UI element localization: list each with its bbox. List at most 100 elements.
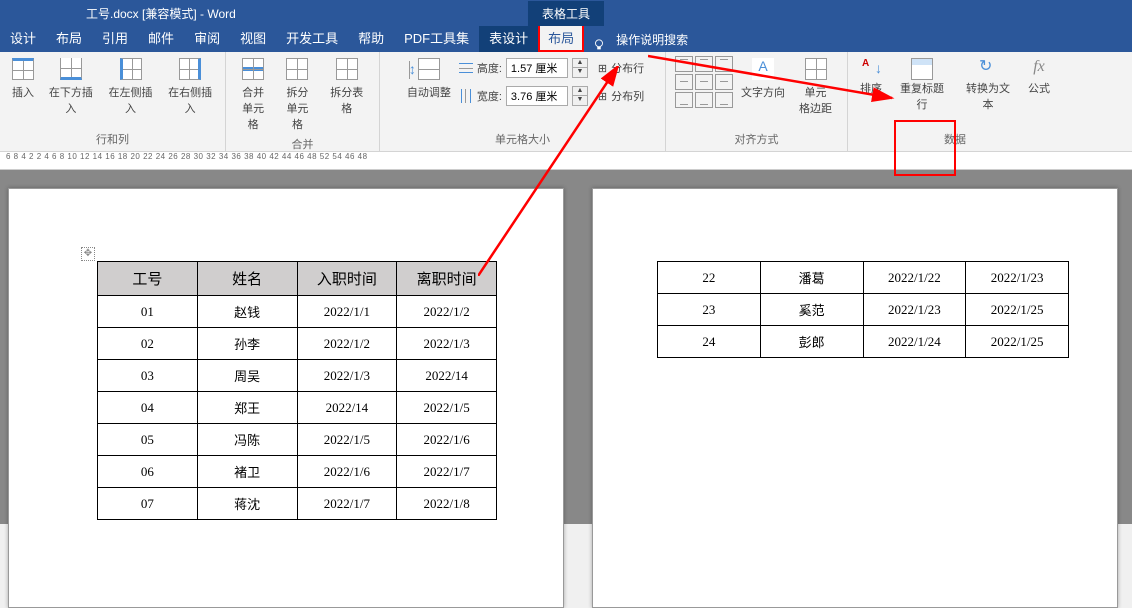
- align-br[interactable]: [715, 92, 733, 108]
- insert-left-button[interactable]: 在左侧插入: [102, 56, 160, 118]
- tab-view[interactable]: 视图: [230, 24, 276, 52]
- repeat-header-button[interactable]: 重复标题行: [890, 56, 954, 114]
- t1-header[interactable]: 工号: [98, 262, 198, 296]
- align-bl[interactable]: [675, 92, 693, 108]
- table-row[interactable]: 05冯陈2022/1/52022/1/6: [98, 424, 497, 456]
- align-tl[interactable]: [675, 56, 693, 72]
- table-cell[interactable]: 03: [98, 360, 198, 392]
- insert-below-button[interactable]: 在下方插入: [42, 56, 100, 118]
- table-cell[interactable]: 褚卫: [197, 456, 297, 488]
- table-cell[interactable]: 彭郎: [760, 326, 863, 358]
- insert-right-button[interactable]: 在右侧插入: [161, 56, 219, 118]
- table-cell[interactable]: 2022/14: [297, 392, 397, 424]
- table-cell[interactable]: 04: [98, 392, 198, 424]
- table-cell[interactable]: 周吴: [197, 360, 297, 392]
- distribute-cols-button[interactable]: 分布列: [611, 88, 644, 104]
- table-cell[interactable]: 冯陈: [197, 424, 297, 456]
- table-cell[interactable]: 06: [98, 456, 198, 488]
- table-cell[interactable]: 2022/1/24: [863, 326, 966, 358]
- split-table-button[interactable]: 拆分表格: [321, 56, 373, 118]
- cell-margins-button[interactable]: 单元 格边距: [793, 56, 838, 118]
- split-cells-button[interactable]: 拆分 单元格: [276, 56, 318, 134]
- t1-header[interactable]: 入职时间: [297, 262, 397, 296]
- tab-table-design[interactable]: 表设计: [479, 24, 538, 52]
- height-stepper[interactable]: ▲▼: [572, 58, 588, 78]
- distribute-rows-button[interactable]: 分布行: [611, 60, 644, 76]
- table-cell[interactable]: 蒋沈: [197, 488, 297, 520]
- document-table-1[interactable]: 工号 姓名 入职时间 离职时间 01赵钱2022/1/12022/1/202孙李…: [97, 261, 497, 520]
- table-row[interactable]: 07蒋沈2022/1/72022/1/8: [98, 488, 497, 520]
- table-cell[interactable]: 2022/1/3: [297, 360, 397, 392]
- table-cell[interactable]: 2022/14: [397, 360, 497, 392]
- table-cell[interactable]: 赵钱: [197, 296, 297, 328]
- table-cell[interactable]: 孙李: [197, 328, 297, 360]
- table-cell[interactable]: 郑王: [197, 392, 297, 424]
- tab-pdf-tools[interactable]: PDF工具集: [394, 24, 479, 52]
- table-row[interactable]: 01赵钱2022/1/12022/1/2: [98, 296, 497, 328]
- table-move-handle[interactable]: ✥: [81, 247, 95, 261]
- page-1[interactable]: ✥ 工号 姓名 入职时间 离职时间 01赵钱2022/1/12022/1/202…: [8, 188, 564, 608]
- table-row[interactable]: 06褚卫2022/1/62022/1/7: [98, 456, 497, 488]
- table-cell[interactable]: 2022/1/25: [966, 294, 1069, 326]
- tab-help[interactable]: 帮助: [348, 24, 394, 52]
- tab-developer[interactable]: 开发工具: [276, 24, 348, 52]
- table-row[interactable]: 23奚范2022/1/232022/1/25: [658, 294, 1069, 326]
- table-cell[interactable]: 2022/1/23: [966, 262, 1069, 294]
- t1-header[interactable]: 姓名: [197, 262, 297, 296]
- align-tc[interactable]: [695, 56, 713, 72]
- tab-design[interactable]: 设计: [0, 24, 46, 52]
- table-cell[interactable]: 24: [658, 326, 761, 358]
- table-cell[interactable]: 2022/1/6: [297, 456, 397, 488]
- table-cell[interactable]: 2022/1/8: [397, 488, 497, 520]
- table-cell[interactable]: 22: [658, 262, 761, 294]
- t1-header[interactable]: 离职时间: [397, 262, 497, 296]
- horizontal-ruler[interactable]: 6 8 4 2 2 4 6 8 10 12 14 16 18 20 22 24 …: [0, 152, 1132, 170]
- align-mc[interactable]: [695, 74, 713, 90]
- tab-layout[interactable]: 布局: [46, 24, 92, 52]
- align-bc[interactable]: [695, 92, 713, 108]
- tab-review[interactable]: 审阅: [184, 24, 230, 52]
- table-cell[interactable]: 2022/1/2: [397, 296, 497, 328]
- tab-table-layout[interactable]: 布局: [538, 24, 584, 52]
- table-cell[interactable]: 2022/1/7: [297, 488, 397, 520]
- table-cell[interactable]: 潘葛: [760, 262, 863, 294]
- tab-references[interactable]: 引用: [92, 24, 138, 52]
- table-cell[interactable]: 奚范: [760, 294, 863, 326]
- table-cell[interactable]: 01: [98, 296, 198, 328]
- table-cell[interactable]: 23: [658, 294, 761, 326]
- table-cell[interactable]: 2022/1/6: [397, 424, 497, 456]
- align-tr[interactable]: [715, 56, 733, 72]
- table-cell[interactable]: 2022/1/5: [397, 392, 497, 424]
- table-row[interactable]: 04郑王2022/142022/1/5: [98, 392, 497, 424]
- page-2[interactable]: 22潘葛2022/1/222022/1/2323奚范2022/1/232022/…: [592, 188, 1118, 608]
- table-row[interactable]: 24彭郎2022/1/242022/1/25: [658, 326, 1069, 358]
- table-row[interactable]: 03周吴2022/1/32022/14: [98, 360, 497, 392]
- table-row[interactable]: 02孙李2022/1/22022/1/3: [98, 328, 497, 360]
- text-direction-button[interactable]: A文字方向: [735, 56, 791, 102]
- table-cell[interactable]: 2022/1/22: [863, 262, 966, 294]
- table-cell[interactable]: 2022/1/7: [397, 456, 497, 488]
- table-cell[interactable]: 02: [98, 328, 198, 360]
- merge-cells-button[interactable]: 合并 单元格: [232, 56, 274, 134]
- table-cell[interactable]: 2022/1/23: [863, 294, 966, 326]
- table-cell[interactable]: 2022/1/5: [297, 424, 397, 456]
- tab-mailings[interactable]: 邮件: [138, 24, 184, 52]
- align-ml[interactable]: [675, 74, 693, 90]
- table-cell[interactable]: 05: [98, 424, 198, 456]
- document-area[interactable]: ✥ 工号 姓名 入职时间 离职时间 01赵钱2022/1/12022/1/202…: [0, 170, 1132, 524]
- width-input[interactable]: [506, 86, 568, 106]
- insert-button[interactable]: 插入: [6, 56, 40, 102]
- tell-me-search[interactable]: 操作说明搜索: [610, 27, 694, 52]
- height-input[interactable]: [506, 58, 568, 78]
- table-cell[interactable]: 2022/1/1: [297, 296, 397, 328]
- table-cell[interactable]: 07: [98, 488, 198, 520]
- width-stepper[interactable]: ▲▼: [572, 86, 588, 106]
- table-cell[interactable]: 2022/1/25: [966, 326, 1069, 358]
- document-table-2[interactable]: 22潘葛2022/1/222022/1/2323奚范2022/1/232022/…: [657, 261, 1069, 358]
- sort-button[interactable]: 排序: [854, 56, 888, 98]
- align-mr[interactable]: [715, 74, 733, 90]
- table-row[interactable]: 22潘葛2022/1/222022/1/23: [658, 262, 1069, 294]
- table-cell[interactable]: 2022/1/2: [297, 328, 397, 360]
- autofit-button[interactable]: 自动调整: [401, 56, 457, 102]
- convert-to-text-button[interactable]: 转换为文本: [956, 56, 1020, 114]
